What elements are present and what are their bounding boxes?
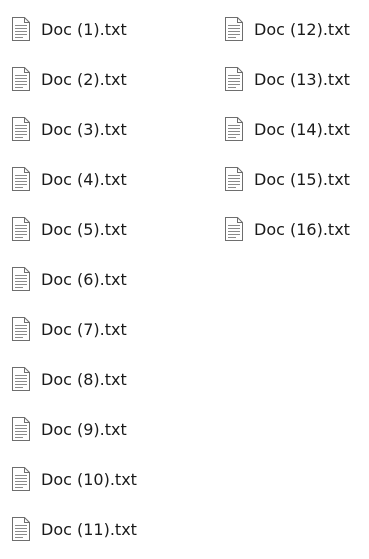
text-file-icon xyxy=(225,66,251,92)
file-name: Doc (6).txt xyxy=(41,269,127,289)
file-name: Doc (2).txt xyxy=(41,69,127,89)
text-file-icon xyxy=(12,466,38,492)
text-file-icon xyxy=(12,116,38,142)
file-name: Doc (10).txt xyxy=(41,469,137,489)
file-item[interactable]: Doc (12).txt xyxy=(225,4,369,54)
file-item[interactable]: Doc (14).txt xyxy=(225,104,369,154)
file-name: Doc (8).txt xyxy=(41,369,127,389)
text-file-icon xyxy=(12,266,38,292)
file-name: Doc (14).txt xyxy=(254,119,350,139)
file-item[interactable]: Doc (2).txt xyxy=(12,54,212,104)
file-name: Doc (1).txt xyxy=(41,19,127,39)
file-item[interactable]: Doc (8).txt xyxy=(12,354,212,404)
file-item[interactable]: Doc (16).txt xyxy=(225,204,369,254)
file-name: Doc (15).txt xyxy=(254,169,350,189)
text-file-icon xyxy=(12,416,38,442)
file-name: Doc (3).txt xyxy=(41,119,127,139)
file-name: Doc (4).txt xyxy=(41,169,127,189)
file-item[interactable]: Doc (4).txt xyxy=(12,154,212,204)
file-column-1: Doc (1).txt Doc (2).txt Doc (3).txt Doc … xyxy=(12,4,212,554)
file-item[interactable]: Doc (3).txt xyxy=(12,104,212,154)
file-item[interactable]: Doc (13).txt xyxy=(225,54,369,104)
text-file-icon xyxy=(225,166,251,192)
text-file-icon xyxy=(12,216,38,242)
file-item[interactable]: Doc (6).txt xyxy=(12,254,212,304)
text-file-icon xyxy=(12,66,38,92)
file-item[interactable]: Doc (7).txt xyxy=(12,304,212,354)
file-name: Doc (5).txt xyxy=(41,219,127,239)
file-list: Doc (1).txt Doc (2).txt Doc (3).txt Doc … xyxy=(0,0,369,559)
text-file-icon xyxy=(12,516,38,542)
file-item[interactable]: Doc (5).txt xyxy=(12,204,212,254)
file-column-2: Doc (12).txt Doc (13).txt Doc (14).txt D… xyxy=(225,4,369,254)
file-name: Doc (11).txt xyxy=(41,519,137,539)
file-item[interactable]: Doc (9).txt xyxy=(12,404,212,454)
file-item[interactable]: Doc (1).txt xyxy=(12,4,212,54)
file-item[interactable]: Doc (15).txt xyxy=(225,154,369,204)
text-file-icon xyxy=(225,216,251,242)
text-file-icon xyxy=(12,166,38,192)
file-name: Doc (13).txt xyxy=(254,69,350,89)
text-file-icon xyxy=(12,316,38,342)
text-file-icon xyxy=(12,16,38,42)
file-name: Doc (16).txt xyxy=(254,219,350,239)
text-file-icon xyxy=(12,366,38,392)
text-file-icon xyxy=(225,116,251,142)
file-item[interactable]: Doc (11).txt xyxy=(12,504,212,554)
file-name: Doc (7).txt xyxy=(41,319,127,339)
text-file-icon xyxy=(225,16,251,42)
file-name: Doc (9).txt xyxy=(41,419,127,439)
file-name: Doc (12).txt xyxy=(254,19,350,39)
file-item[interactable]: Doc (10).txt xyxy=(12,454,212,504)
